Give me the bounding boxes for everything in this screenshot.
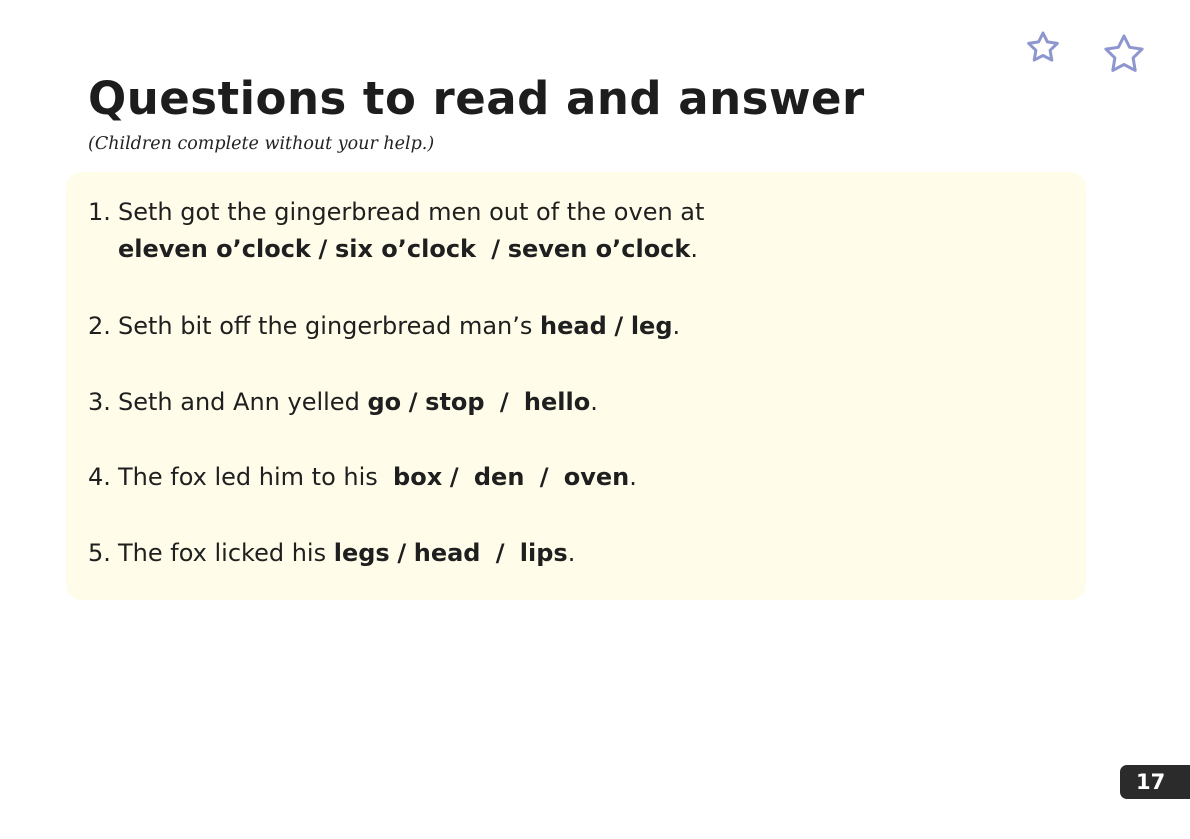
question-5: 5. The fox licked his legs / head / lips. [88, 535, 575, 572]
option-separator: / [408, 388, 418, 416]
option-separator: / [449, 463, 459, 491]
question-number: 4. [88, 463, 111, 491]
question-text: Seth got the gingerbread men out of the … [118, 198, 705, 226]
answer-option[interactable]: head [414, 539, 481, 567]
large-star-icon [1104, 34, 1144, 72]
question-text: The fox licked his [118, 539, 327, 567]
page-number: 17 [1120, 765, 1190, 799]
question-number: 1. [88, 198, 111, 226]
question-1: 1. Seth got the gingerbread men out of th… [88, 194, 704, 268]
question-text: The fox led him to his [118, 463, 378, 491]
question-number: 5. [88, 539, 111, 567]
answer-option[interactable]: stop [425, 388, 484, 416]
option-separator: / [499, 388, 509, 416]
end-punctuation: . [629, 463, 637, 491]
stars-decoration [1027, 31, 1144, 72]
option-separator: / [397, 539, 407, 567]
page-subtitle: (Children complete without your help.) [88, 134, 435, 154]
answer-option[interactable]: den [474, 463, 525, 491]
answer-option[interactable]: oven [564, 463, 630, 491]
answer-option[interactable]: go [367, 388, 401, 416]
answer-option[interactable]: seven o’clock [508, 235, 691, 263]
end-punctuation: . [690, 235, 699, 263]
end-punctuation: . [590, 388, 598, 416]
option-separator: / [318, 235, 328, 263]
answer-option[interactable]: lips [520, 539, 568, 567]
answer-option[interactable]: head [540, 312, 607, 340]
question-text: Seth and Ann yelled [118, 388, 360, 416]
question-number: 2. [88, 312, 111, 340]
end-punctuation: . [567, 539, 576, 567]
small-star-icon [1027, 31, 1059, 62]
answer-option[interactable]: legs [334, 539, 390, 567]
page-title: Questions to read and answer [88, 72, 865, 125]
option-separator: / [495, 539, 505, 567]
option-separator: / [539, 463, 549, 491]
answer-option[interactable]: hello [524, 388, 590, 416]
answer-option[interactable]: box [393, 463, 442, 491]
answer-option[interactable]: eleven o’clock [118, 235, 311, 263]
question-2: 2. Seth bit off the gingerbread man’s hea… [88, 308, 680, 345]
question-text: Seth bit off the gingerbread man’s [118, 312, 533, 340]
question-4: 4. The fox led him to his box / den / ove… [88, 459, 637, 496]
option-separator: / [491, 235, 501, 263]
end-punctuation: . [672, 312, 681, 340]
answer-option[interactable]: six o’clock [335, 235, 476, 263]
question-3: 3. Seth and Ann yelled go / stop / hello. [88, 384, 598, 421]
question-number: 3. [88, 388, 111, 416]
answer-option[interactable]: leg [631, 312, 673, 340]
option-separator: / [614, 312, 624, 340]
